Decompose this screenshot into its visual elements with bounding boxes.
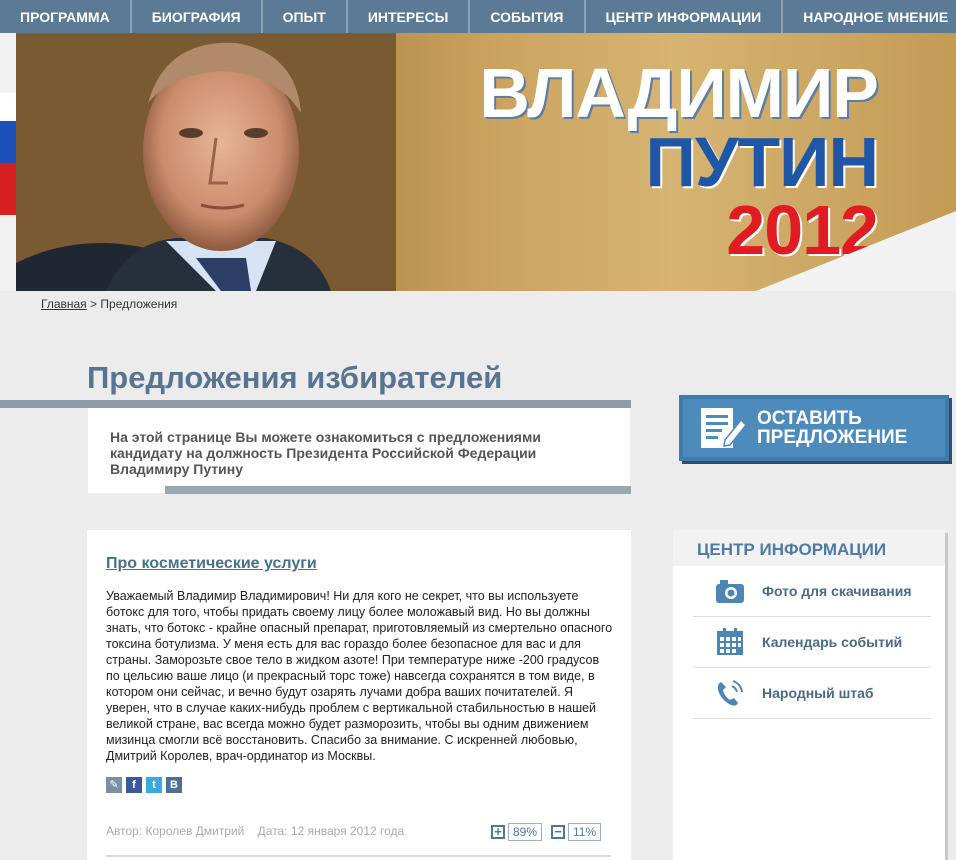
nav-item-public-opinion[interactable]: НАРОДНОЕ МНЕНИЕ	[783, 0, 956, 33]
edit-icon[interactable]: ✎	[106, 777, 122, 793]
intro-box: На этой странице Вы можете ознакомиться …	[88, 408, 630, 493]
banner-title-name: ВЛАДИМИР	[479, 54, 879, 132]
proposal-title-link[interactable]: Про косметические услуги	[106, 555, 317, 573]
document-pen-icon	[701, 408, 747, 448]
calendar-icon	[717, 628, 743, 655]
share-buttons: ✎ f t B	[106, 777, 182, 793]
breadcrumb-home-link[interactable]: Главная	[41, 297, 87, 311]
vote-against: − 11%	[551, 823, 602, 841]
proposal-date: 12 января 2012 года	[290, 824, 405, 838]
info-center-header: ЦЕНТР ИНФОРМАЦИИ	[673, 530, 945, 566]
leave-proposal-button[interactable]: ОСТАВИТЬ ПРЕДЛОЖЕНИЕ	[679, 395, 949, 461]
proposal-meta: Автор: Королев Дмитрий Дата: 12 января 2…	[106, 824, 404, 838]
vkontakte-icon[interactable]: B	[166, 777, 182, 793]
candidate-portrait	[16, 33, 396, 291]
proposal-card: Про косметические услуги Уважаемый Влади…	[87, 530, 631, 860]
date-label: Дата:	[257, 824, 288, 838]
title-divider	[0, 400, 631, 408]
flag-strip	[0, 33, 16, 291]
card-divider	[106, 855, 611, 857]
nav-item-biography[interactable]: БИОГРАФИЯ	[132, 0, 263, 33]
twitter-icon[interactable]: t	[146, 777, 162, 793]
page-title: Предложения избирателей	[87, 360, 503, 395]
vote-against-percent: 11%	[568, 823, 602, 841]
info-item-label: Календарь событий	[762, 634, 903, 650]
info-item-photos[interactable]: Фото для скачивания	[693, 566, 931, 617]
leave-proposal-line2: ПРЕДЛОЖЕНИЕ	[757, 427, 908, 448]
header-banner: ВЛАДИМИР ПУТИН 2012	[16, 33, 956, 291]
info-center-panel: ЦЕНТР ИНФОРМАЦИИ Фото для скачивания Кал…	[673, 530, 945, 860]
info-item-headquarters[interactable]: Народный штаб	[693, 668, 931, 719]
vote-for: + 89%	[491, 823, 543, 841]
facebook-icon[interactable]: f	[126, 777, 142, 793]
author-name: Королев Дмитрий	[145, 824, 245, 838]
breadcrumb-separator: >	[90, 297, 98, 311]
camera-icon	[716, 580, 744, 603]
banner-corner-cut	[756, 211, 956, 291]
breadcrumb-current: Предложения	[100, 297, 178, 311]
breadcrumb: Главная > Предложения	[41, 297, 177, 311]
nav-item-events[interactable]: СОБЫТИЯ	[470, 0, 586, 33]
author-label: Автор:	[106, 824, 143, 838]
nav-item-program[interactable]: ПРОГРАММА	[0, 0, 132, 33]
nav-item-interests[interactable]: ИНТЕРЕСЫ	[348, 0, 471, 33]
info-item-label: Фото для скачивания	[762, 583, 912, 599]
proposal-body: Уважаемый Владимир Владимирович! Ни для …	[106, 589, 613, 763]
vote-for-percent: 89%	[508, 823, 543, 841]
leave-proposal-label: ОСТАВИТЬ ПРЕДЛОЖЕНИЕ	[757, 409, 907, 447]
info-item-label: Народный штаб	[762, 685, 874, 701]
nav-item-experience[interactable]: ОПЫТ	[263, 0, 348, 33]
minus-icon[interactable]: −	[551, 825, 565, 839]
info-item-calendar[interactable]: Календарь событий	[693, 617, 931, 668]
banner-title-surname: ПУТИН	[645, 122, 879, 201]
intro-text: На этой странице Вы можете ознакомиться …	[110, 429, 541, 477]
nav-item-info-center[interactable]: ЦЕНТР ИНФОРМАЦИИ	[586, 0, 784, 33]
plus-icon[interactable]: +	[491, 825, 505, 839]
phone-icon	[717, 680, 743, 706]
leave-proposal-line1: ОСТАВИТЬ	[757, 408, 862, 429]
info-center-title: ЦЕНТР ИНФОРМАЦИИ	[697, 540, 887, 559]
top-nav: ПРОГРАММА БИОГРАФИЯ ОПЫТ ИНТЕРЕСЫ СОБЫТИ…	[0, 0, 956, 33]
intro-divider	[165, 486, 631, 494]
